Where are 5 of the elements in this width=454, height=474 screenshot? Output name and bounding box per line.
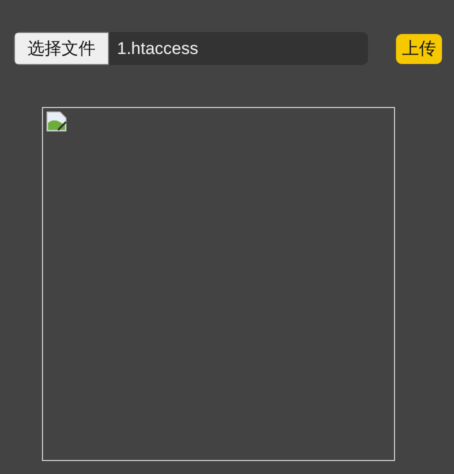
upload-button[interactable]: 上传 [396, 34, 442, 64]
broken-image-icon [46, 111, 68, 133]
file-name: 1.htaccess [117, 38, 198, 58]
choose-file-button[interactable]: 选择文件 [14, 32, 109, 65]
file-input[interactable]: 选择文件 1.htaccess [14, 32, 368, 65]
